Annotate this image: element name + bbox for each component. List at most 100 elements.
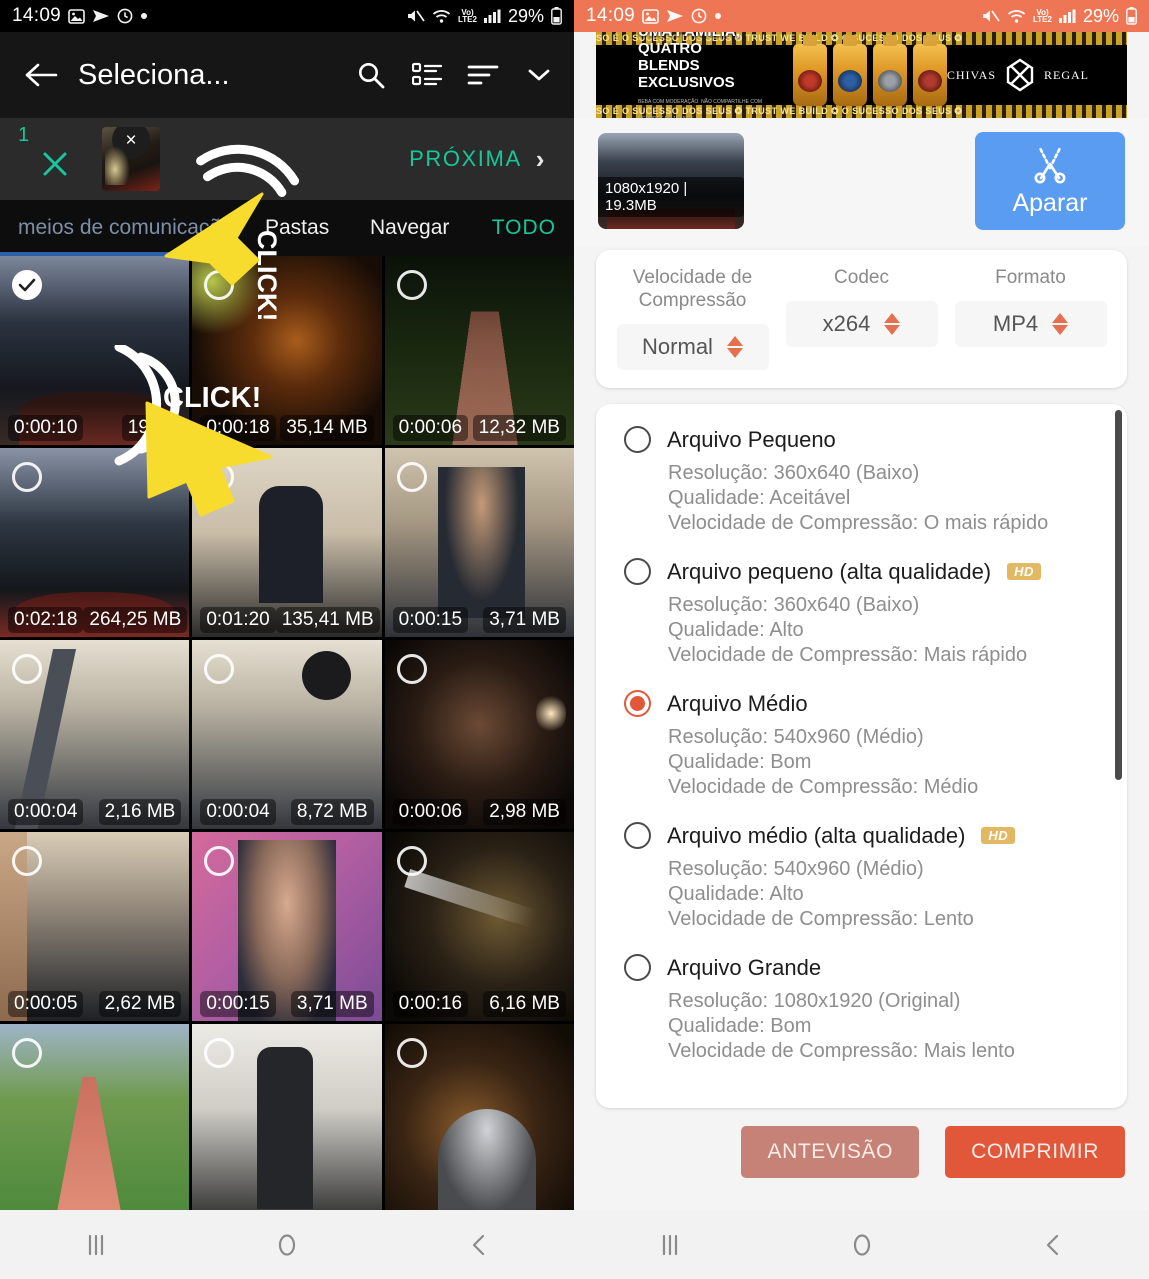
select-circle-icon[interactable] bbox=[12, 846, 42, 876]
select-circle-icon[interactable] bbox=[396, 846, 427, 876]
video-duration: 0:01:20 bbox=[200, 607, 276, 633]
recents-icon[interactable] bbox=[657, 1232, 683, 1258]
quality-option[interactable]: Arquivo Pequeno Resolução: 360x640 (Baixo… bbox=[596, 426, 1127, 536]
chevron-down-icon[interactable] bbox=[522, 58, 556, 92]
radio-unselected-icon[interactable] bbox=[624, 954, 651, 981]
video-grid-item[interactable]: 0:00:15 3,71 MB bbox=[192, 832, 382, 1021]
quality-option-header[interactable]: Arquivo Pequeno bbox=[624, 426, 1105, 453]
video-grid-item[interactable]: 0:00:04 2,16 MB bbox=[0, 640, 190, 829]
video-filesize: 6,16 MB bbox=[483, 991, 566, 1017]
radio-selected-icon[interactable] bbox=[624, 690, 651, 717]
quality-option[interactable]: Arquivo Médio Resolução: 540x960 (Médio) Q… bbox=[596, 690, 1127, 800]
compress-button[interactable]: COMPRIMIR bbox=[945, 1126, 1125, 1178]
quality-option-header[interactable]: Arquivo pequeno (alta qualidade) HD bbox=[624, 558, 1105, 585]
radio-unselected-icon[interactable] bbox=[624, 426, 651, 453]
hd-badge: HD bbox=[981, 827, 1016, 844]
video-grid-item[interactable]: 0:00:15 3,71 MB bbox=[384, 448, 574, 637]
setting-stepper[interactable]: x264 bbox=[785, 301, 938, 347]
remove-selection-icon[interactable]: × bbox=[112, 127, 150, 159]
list-view-icon[interactable] bbox=[410, 58, 444, 92]
tab-browse[interactable]: Navegar bbox=[370, 216, 449, 240]
radio-unselected-icon[interactable] bbox=[624, 558, 651, 585]
quality-detail-line: Resolução: 540x960 (Médio) bbox=[668, 858, 924, 880]
video-grid-item[interactable]: 0:02:18 264,25 MB bbox=[0, 448, 190, 637]
video-duration: 0:00:16 bbox=[392, 991, 469, 1017]
clear-x-icon[interactable] bbox=[40, 149, 70, 184]
dual-screenshot: 14:09 Vo) LTE2 29% Seleciona... 1 × PRÓX… bbox=[0, 0, 1149, 1279]
next-button[interactable]: PRÓXIMA › bbox=[409, 144, 560, 175]
setting-stepper[interactable]: MP4 bbox=[954, 301, 1107, 347]
video-grid-item[interactable]: 0:00:16 6,16 MB bbox=[384, 832, 574, 1021]
select-circle-icon[interactable] bbox=[396, 1038, 427, 1068]
video-grid-item[interactable]: 0:00:04 8,72 MB bbox=[192, 640, 382, 829]
radio-unselected-icon[interactable] bbox=[624, 822, 651, 849]
scissors-icon bbox=[1031, 144, 1069, 187]
spinner-icon[interactable] bbox=[726, 336, 743, 358]
back-chevron-icon[interactable] bbox=[1040, 1232, 1066, 1258]
quality-option[interactable]: Arquivo pequeno (alta qualidade) HD Resolu… bbox=[596, 558, 1127, 668]
recents-icon[interactable] bbox=[83, 1232, 109, 1258]
setting-stepper[interactable]: Normal bbox=[616, 324, 769, 370]
bottle-icon bbox=[792, 35, 827, 106]
video-grid-item[interactable]: 0:01:20 135,41 MB bbox=[192, 448, 382, 637]
preview-button[interactable]: ANTEVISÃO bbox=[741, 1126, 920, 1178]
select-circle-icon[interactable] bbox=[12, 1038, 42, 1068]
left-navbar bbox=[0, 1210, 575, 1279]
dot-icon bbox=[140, 12, 148, 20]
sort-icon[interactable] bbox=[466, 58, 500, 92]
tab-media[interactable]: meios de comunicação bbox=[0, 216, 233, 240]
search-icon[interactable] bbox=[354, 58, 388, 92]
select-circle-icon[interactable] bbox=[12, 462, 42, 492]
video-filesize: 2,62 MB bbox=[98, 991, 182, 1017]
select-circle-icon[interactable] bbox=[396, 270, 427, 300]
tab-folders[interactable]: Pastas bbox=[265, 216, 329, 240]
quality-option[interactable]: Arquivo médio (alta qualidade) HD Resoluçã… bbox=[596, 822, 1127, 932]
quality-option-title: Arquivo Médio bbox=[667, 690, 808, 716]
quality-detail-line: Qualidade: Alto bbox=[668, 883, 804, 905]
video-meta: 0:00:04 8,72 MB bbox=[192, 799, 381, 825]
video-filesize: 264,25 MB bbox=[83, 607, 188, 633]
video-info-row: 1080x1920 | 19.3MB Aparar bbox=[574, 118, 1149, 246]
spinner-icon[interactable] bbox=[884, 313, 901, 335]
video-meta: 0:00:06 12,32 MB bbox=[385, 415, 574, 441]
back-chevron-icon[interactable] bbox=[466, 1232, 492, 1258]
quality-option-header[interactable]: Arquivo Grande bbox=[624, 954, 1105, 981]
video-grid: 0:00:10 19,30 0:00:18 35,14 MB 0:00:06 12,32 … bbox=[0, 256, 574, 1213]
quality-option-details: Resolução: 540x960 (Médio) Qualidade: Bom… bbox=[668, 725, 1105, 800]
selection-bar: 1 × PRÓXIMA › bbox=[0, 118, 574, 200]
video-grid-item[interactable] bbox=[192, 1024, 382, 1213]
checkmark-icon[interactable] bbox=[12, 270, 42, 300]
quality-detail-line: Resolução: 360x640 (Baixo) bbox=[668, 594, 920, 616]
tab-all[interactable]: TODO bbox=[492, 216, 556, 240]
select-circle-icon[interactable] bbox=[396, 654, 427, 684]
select-circle-icon[interactable] bbox=[12, 654, 42, 684]
scrollbar-thumb[interactable] bbox=[1115, 410, 1122, 780]
video-grid-item[interactable]: 0:00:05 2,62 MB bbox=[0, 832, 190, 1021]
back-arrow-icon[interactable] bbox=[14, 61, 68, 89]
select-circle-icon[interactable] bbox=[396, 462, 427, 492]
video-grid-item[interactable]: 0:00:10 19,30 bbox=[0, 256, 190, 445]
home-icon[interactable] bbox=[849, 1232, 875, 1258]
video-duration: 0:00:06 bbox=[392, 415, 469, 441]
selected-thumbnail[interactable]: × bbox=[102, 127, 160, 191]
signal-icon bbox=[483, 9, 501, 23]
ad-banner[interactable]: SO É O SUCESSO DOS SEUS ✪ TRUST WE BUILD… bbox=[596, 32, 1127, 118]
video-grid-item[interactable]: 0:00:06 12,32 MB bbox=[384, 256, 574, 445]
home-icon[interactable] bbox=[274, 1232, 300, 1258]
video-grid-item[interactable] bbox=[384, 1024, 574, 1213]
video-grid-item[interactable] bbox=[0, 1024, 190, 1213]
spinner-icon[interactable] bbox=[1052, 313, 1069, 335]
trim-button[interactable]: Aparar bbox=[975, 132, 1125, 230]
chivas-logo-icon bbox=[1003, 58, 1037, 92]
video-grid-item[interactable]: 0:00:18 35,14 MB bbox=[192, 256, 382, 445]
video-meta: 0:00:16 6,16 MB bbox=[385, 991, 574, 1017]
video-thumbnail[interactable]: 1080x1920 | 19.3MB bbox=[598, 133, 744, 229]
dot-icon bbox=[714, 12, 722, 20]
quality-option-header[interactable]: Arquivo Médio bbox=[624, 690, 1105, 717]
quality-detail-line: Velocidade de Compressão: O mais rápido bbox=[668, 512, 1049, 534]
video-meta: 0:00:04 2,16 MB bbox=[0, 799, 189, 825]
quality-option[interactable]: Arquivo Grande Resolução: 1080x1920 (Orig… bbox=[596, 954, 1127, 1064]
volte-lte2-icon: Vo) LTE2 bbox=[458, 8, 477, 24]
quality-option-header[interactable]: Arquivo médio (alta qualidade) HD bbox=[624, 822, 1105, 849]
video-grid-item[interactable]: 0:00:06 2,98 MB bbox=[384, 640, 574, 829]
